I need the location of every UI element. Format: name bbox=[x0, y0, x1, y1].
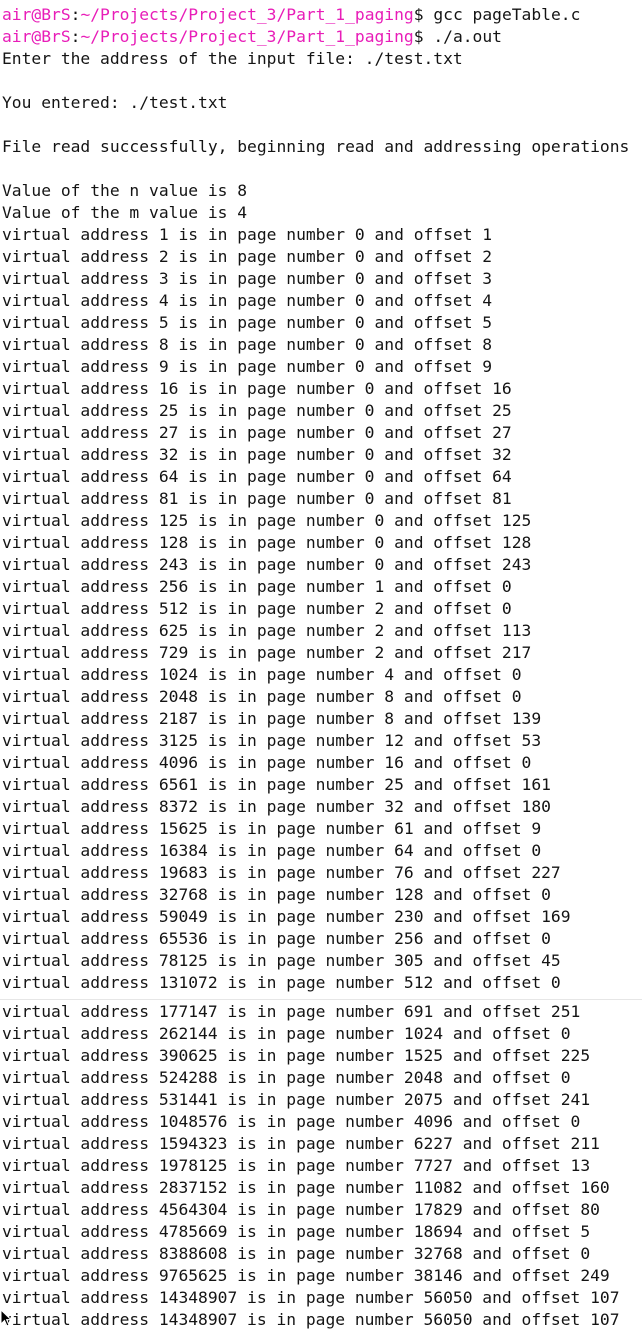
output-line: virtual address 78125 is in page number … bbox=[2, 951, 561, 970]
output-line: virtual address 6561 is in page number 2… bbox=[2, 775, 551, 794]
output-line: virtual address 128 is in page number 0 … bbox=[2, 533, 532, 552]
output-line: virtual address 25 is in page number 0 a… bbox=[2, 401, 512, 420]
output-line: virtual address 16 is in page number 0 a… bbox=[2, 379, 512, 398]
terminal-output-top: air@BrS:~/Projects/Project_3/Part_1_pagi… bbox=[2, 4, 642, 994]
output-line: virtual address 1048576 is in page numbe… bbox=[2, 1112, 581, 1131]
prompt-user: air@BrS bbox=[2, 5, 71, 24]
prompt-separator: : bbox=[70, 27, 81, 46]
output-line: Enter the address of the input file: ./t… bbox=[2, 49, 463, 68]
output-line: virtual address 1594323 is in page numbe… bbox=[2, 1134, 600, 1153]
output-line: virtual address 512 is in page number 2 … bbox=[2, 599, 512, 618]
command-text: gcc pageTable.c bbox=[423, 5, 581, 24]
output-line: virtual address 4564304 is in page numbe… bbox=[2, 1200, 600, 1219]
prompt-line-run: air@BrS:~/Projects/Project_3/Part_1_pagi… bbox=[2, 26, 642, 48]
mouse-cursor-icon bbox=[0, 1309, 12, 1327]
prompt-user: air@BrS bbox=[2, 27, 71, 46]
output-line: virtual address 256 is in page number 1 … bbox=[2, 577, 512, 596]
output-line: virtual address 65536 is in page number … bbox=[2, 929, 551, 948]
output-line: virtual address 15625 is in page number … bbox=[2, 819, 542, 838]
output-line: virtual address 2187 is in page number 8… bbox=[2, 709, 542, 728]
output-line: File read successfully, beginning read a… bbox=[2, 137, 630, 156]
output-line: virtual address 19683 is in page number … bbox=[2, 863, 561, 882]
output-line: virtual address 2 is in page number 0 an… bbox=[2, 247, 493, 266]
prompt-path: ~/Projects/Project_3/Part_1_paging bbox=[80, 5, 414, 24]
output-line: virtual address 32 is in page number 0 a… bbox=[2, 445, 512, 464]
output-line: virtual address 4096 is in page number 1… bbox=[2, 753, 532, 772]
output-line: virtual address 729 is in page number 2 … bbox=[2, 643, 532, 662]
output-line: virtual address 3 is in page number 0 an… bbox=[2, 269, 493, 288]
output-line: virtual address 177147 is in page number… bbox=[2, 1002, 581, 1021]
output-line: virtual address 2837152 is in page numbe… bbox=[2, 1178, 610, 1197]
output-line: virtual address 390625 is in page number… bbox=[2, 1046, 591, 1065]
output-line: virtual address 14348907 is in page numb… bbox=[2, 1288, 620, 1307]
output-line: virtual address 131072 is in page number… bbox=[2, 973, 561, 992]
scrollback-divider bbox=[0, 999, 642, 1000]
output-line: virtual address 64 is in page number 0 a… bbox=[2, 467, 512, 486]
output-line: virtual address 243 is in page number 0 … bbox=[2, 555, 532, 574]
prompt-line-compile: air@BrS:~/Projects/Project_3/Part_1_pagi… bbox=[2, 4, 642, 26]
prompt-symbol: $ bbox=[413, 27, 424, 46]
output-line: virtual address 1978125 is in page numbe… bbox=[2, 1156, 591, 1175]
output-line: virtual address 32768 is in page number … bbox=[2, 885, 551, 904]
command-text: ./a.out bbox=[423, 27, 502, 46]
output-line: virtual address 8388608 is in page numbe… bbox=[2, 1244, 591, 1263]
output-line: virtual address 4 is in page number 0 an… bbox=[2, 291, 493, 310]
output-line: virtual address 1024 is in page number 4… bbox=[2, 665, 522, 684]
prompt-separator: : bbox=[70, 5, 81, 24]
output-line: virtual address 81 is in page number 0 a… bbox=[2, 489, 512, 508]
output-line: virtual address 531441 is in page number… bbox=[2, 1090, 591, 1109]
terminal-output-bottom: virtual address 177147 is in page number… bbox=[2, 1001, 642, 1331]
output-line: virtual address 8372 is in page number 3… bbox=[2, 797, 551, 816]
output-line: virtual address 9 is in page number 0 an… bbox=[2, 357, 493, 376]
output-line: virtual address 5 is in page number 0 an… bbox=[2, 313, 493, 332]
output-line: Value of the m value is 4 bbox=[2, 203, 248, 222]
output-line: You entered: ./test.txt bbox=[2, 93, 228, 112]
output-line: virtual address 1 is in page number 0 an… bbox=[2, 225, 493, 244]
output-line: virtual address 625 is in page number 2 … bbox=[2, 621, 532, 640]
terminal-window[interactable]: air@BrS:~/Projects/Project_3/Part_1_pagi… bbox=[0, 0, 642, 1331]
output-line: virtual address 524288 is in page number… bbox=[2, 1068, 571, 1087]
output-line: virtual address 8 is in page number 0 an… bbox=[2, 335, 493, 354]
output-line: virtual address 4785669 is in page numbe… bbox=[2, 1222, 591, 1241]
prompt-path: ~/Projects/Project_3/Part_1_paging bbox=[80, 27, 414, 46]
output-line: Value of the n value is 8 bbox=[2, 181, 248, 200]
output-line: virtual address 3125 is in page number 1… bbox=[2, 731, 542, 750]
output-line: virtual address 2048 is in page number 8… bbox=[2, 687, 522, 706]
output-line: virtual address 14348907 is in page numb… bbox=[2, 1310, 620, 1329]
output-line: virtual address 59049 is in page number … bbox=[2, 907, 571, 926]
output-line: virtual address 9765625 is in page numbe… bbox=[2, 1266, 610, 1285]
output-line: virtual address 27 is in page number 0 a… bbox=[2, 423, 512, 442]
output-line: virtual address 262144 is in page number… bbox=[2, 1024, 571, 1043]
prompt-symbol: $ bbox=[413, 5, 424, 24]
output-line: virtual address 125 is in page number 0 … bbox=[2, 511, 532, 530]
output-line: virtual address 16384 is in page number … bbox=[2, 841, 542, 860]
